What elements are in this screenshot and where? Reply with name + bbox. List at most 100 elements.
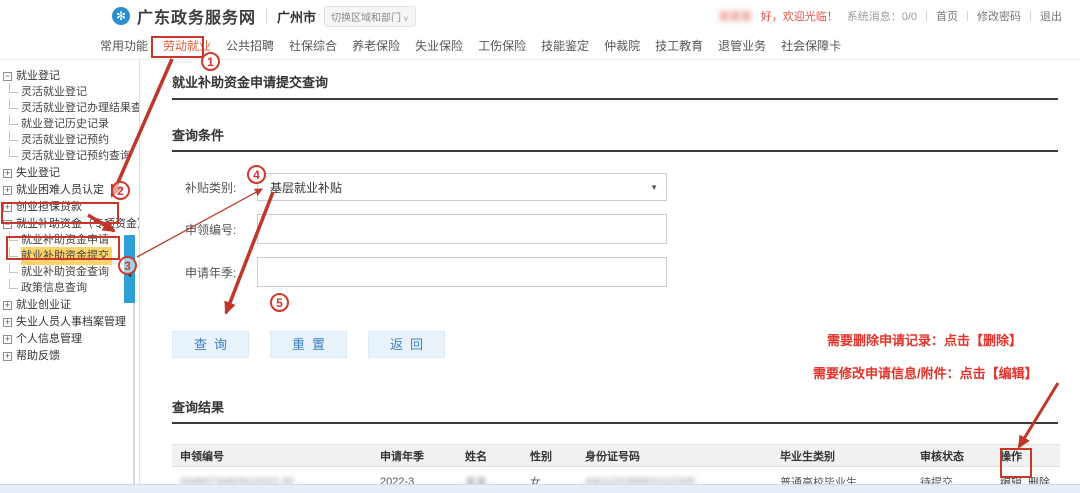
subsidy-type-value: 基层就业补贴 [270, 179, 342, 196]
back-button[interactable]: 返回 [368, 331, 445, 358]
sidebar-item-label: 灵活就业登记 [21, 84, 87, 100]
nav-item-technical-education[interactable]: 技工教育 [655, 37, 703, 54]
sidebar-item-label: 就业登记历史记录 [21, 116, 109, 132]
nav-item-common[interactable]: 常用功能 [100, 37, 148, 54]
sidebar-tree: −就业登记 灵活就业登记 灵活就业登记办理结果查 就业登记历史记录 灵活就业登记… [0, 60, 140, 493]
sidebar-item-label: 就业补助资金（专项资金） [16, 216, 139, 232]
chevron-down-icon: ▼ [650, 183, 658, 192]
sidebar-item-label: 灵活就业登记预约 [21, 132, 109, 148]
sidebar-item-label: 失业登记 [16, 165, 60, 181]
site-name[interactable]: 广东政务服务网 [137, 4, 256, 28]
nav-item-skill-appraisal[interactable]: 技能鉴定 [541, 37, 589, 54]
edit-tip-annotation: 需要修改申请信息/附件：点击【编辑】 [813, 363, 1038, 382]
sidebar-scrollbar-track[interactable] [133, 303, 135, 485]
nav-item-arbitration[interactable]: 仲裁院 [604, 37, 640, 54]
nav-item-retirement[interactable]: 退管业务 [718, 37, 766, 54]
application-no-label: 申领编号: [172, 221, 257, 238]
sidebar-item-personnel-file[interactable]: + 失业人员人事档案管理 [0, 314, 139, 330]
sidebar-item-employment-registration[interactable]: −就业登记 [0, 68, 139, 84]
nav-item-recruitment[interactable]: 公共招聘 [226, 37, 274, 54]
top-bar: ✻ 广东政务服务网 广州市 切换区域和部门∨ 某某某 好，欢迎光临！ 系统消息：… [0, 0, 1080, 32]
user-area: 某某某 好，欢迎光临！ 系统消息：0/0 首页 修改密码 退出 [719, 8, 1080, 24]
username-blurred: 某某某 [719, 8, 752, 24]
sidebar-item-flexible-employment-reg[interactable]: 灵活就业登记 [0, 84, 139, 100]
nav-item-unemployment-insurance[interactable]: 失业保险 [415, 37, 463, 54]
sidebar-item-label: 灵活就业登记办理结果查 [21, 100, 139, 116]
col-year-quarter: 申请年季 [372, 448, 457, 464]
divider [1030, 11, 1031, 21]
sidebar-item-reg-history[interactable]: 就业登记历史记录 [0, 116, 139, 132]
sidebar-item-personal-info[interactable]: +个人信息管理 [0, 331, 139, 347]
sidebar-item-employment-cert[interactable]: +就业创业证 [0, 297, 139, 313]
step-badge-1: 1 [201, 52, 220, 71]
switch-region-button[interactable]: 切换区域和部门∨ [324, 6, 416, 27]
chevron-down-icon: ∨ [403, 14, 409, 23]
sidebar-item-policy-info-query[interactable]: 政策信息查询 [0, 280, 139, 296]
col-graduate-type: 毕业生类别 [772, 448, 912, 464]
tree-expand-icon[interactable]: + [3, 169, 12, 178]
form-row-year-quarter: 申请年季: [172, 257, 1058, 287]
nav-item-social-security-card[interactable]: 社会保障卡 [781, 37, 841, 54]
tree-expand-icon[interactable]: + [3, 318, 12, 327]
nav-item-work-injury[interactable]: 工伤保险 [478, 37, 526, 54]
nav-item-employment[interactable]: 劳动就业 [163, 37, 211, 54]
form-row-application-no: 申领编号: [172, 214, 1058, 244]
nav-item-social-security[interactable]: 社保综合 [289, 37, 337, 54]
sidebar-item-label: 就业补助资金申请 [21, 232, 109, 248]
tree-line-icon [9, 263, 18, 273]
sidebar-item-label: 就业困难人员认定 [16, 182, 104, 198]
col-application-no: 申领编号 [172, 448, 372, 464]
sidebar-item-label: 就业补助资金查询 [21, 264, 109, 280]
sidebar-item-unemployment-registration[interactable]: + 失业登记 [0, 165, 139, 181]
switch-region-label: 切换区域和部门 [331, 13, 401, 24]
logout-link[interactable]: 退出 [1040, 8, 1062, 24]
col-name: 姓名 [457, 448, 522, 464]
query-results-title: 查询结果 [172, 397, 1058, 424]
tree-collapse-icon[interactable]: − [3, 220, 12, 229]
col-id-number: 身份证号码 [577, 448, 772, 464]
sidebar-item-flexible-reg-appointment-query[interactable]: 灵活就业登记预约查询 [0, 148, 139, 164]
tree-collapse-icon[interactable]: − [3, 72, 12, 81]
sidebar-item-flexible-reg-result[interactable]: 灵活就业登记办理结果查 [0, 100, 139, 116]
bottom-scrollbar-strip[interactable] [0, 484, 1080, 493]
sidebar-item-label: 帮助反馈 [16, 348, 60, 364]
reset-button[interactable]: 重置 [270, 331, 347, 358]
sidebar-item-label: 就业补助资金提交 [21, 247, 112, 265]
sidebar-item-startup-loan[interactable]: +创业担保贷款 [0, 199, 139, 215]
sidebar-item-flexible-reg-appointment[interactable]: 灵活就业登记预约 [0, 132, 139, 148]
tree-expand-icon[interactable]: + [3, 186, 12, 195]
tree-line-icon [9, 131, 18, 141]
query-conditions-title: 查询条件 [172, 125, 1058, 152]
subsidy-type-label: 补贴类别: [172, 179, 257, 196]
sidebar-item-help-feedback[interactable]: + 帮助反馈 [0, 348, 139, 364]
nav-item-pension[interactable]: 养老保险 [352, 37, 400, 54]
sidebar-item-label: 失业人员人事档案管理 [16, 314, 126, 330]
main-content: 就业补助资金申请提交查询 查询条件 补贴类别: 基层就业补贴 ▼ 申领编号: 申… [140, 60, 1080, 493]
tree-line-icon [9, 279, 18, 289]
tree-line-icon [9, 147, 18, 157]
table-header-row: 申领编号 申请年季 姓名 性别 身份证号码 毕业生类别 审核状态 操作 [172, 444, 1060, 467]
year-quarter-input[interactable] [257, 257, 667, 287]
tree-line-icon [9, 99, 18, 109]
form-row-subsidy-type: 补贴类别: 基层就业补贴 ▼ [172, 173, 1058, 201]
tree-expand-icon[interactable]: + [3, 352, 12, 361]
home-link[interactable]: 首页 [936, 8, 958, 24]
current-city: 广州市 [277, 7, 316, 26]
step-badge-3: 3 [118, 256, 137, 275]
step-badge-2: 2 [111, 181, 130, 200]
tree-expand-icon[interactable]: + [3, 203, 12, 212]
tree-expand-icon[interactable]: + [3, 301, 12, 310]
query-button[interactable]: 查询 [172, 331, 249, 358]
sidebar-item-subsidy-apply[interactable]: 就业补助资金申请 [0, 232, 139, 248]
site-logo-icon[interactable]: ✻ [112, 7, 130, 25]
application-no-input[interactable] [257, 214, 667, 244]
tree-line-icon [9, 247, 18, 257]
tree-expand-icon[interactable]: + [3, 335, 12, 344]
subsidy-type-select[interactable]: 基层就业补贴 ▼ [257, 173, 667, 201]
divider [266, 9, 267, 23]
page: ✻ 广东政务服务网 广州市 切换区域和部门∨ 某某某 好，欢迎光临！ 系统消息：… [0, 0, 1080, 493]
col-actions: 操作 [992, 448, 1060, 464]
change-password-link[interactable]: 修改密码 [977, 8, 1021, 24]
system-message[interactable]: 系统消息：0/0 [847, 8, 917, 24]
sidebar-item-subsidy-fund[interactable]: −就业补助资金（专项资金） [0, 216, 139, 232]
